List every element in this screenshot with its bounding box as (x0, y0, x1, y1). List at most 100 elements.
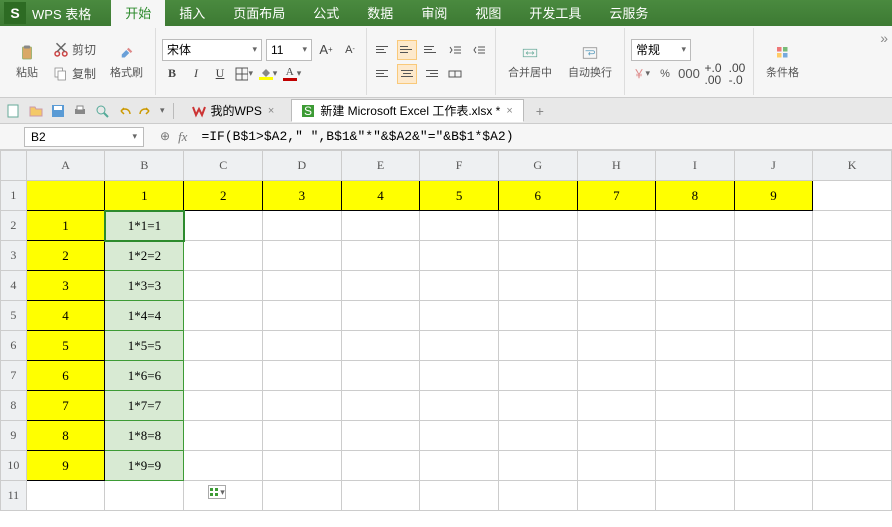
col-header[interactable]: F (420, 151, 499, 181)
doc-tab-excel[interactable]: S 新建 Microsoft Excel 工作表.xlsx * × (291, 99, 523, 122)
cell[interactable] (577, 241, 656, 271)
row-header[interactable]: 3 (1, 241, 27, 271)
fill-color-button[interactable]: ▾ (258, 64, 278, 84)
number-format-select[interactable]: 常规▾ (631, 39, 691, 61)
cell[interactable]: 1*4=4 (105, 301, 184, 331)
cell[interactable] (26, 481, 105, 511)
name-box[interactable]: B2 ▾ (24, 127, 144, 147)
cell[interactable] (734, 241, 813, 271)
merge-center-button[interactable]: 合并居中 (502, 42, 558, 82)
cell[interactable]: 1*8=8 (105, 421, 184, 451)
save-icon[interactable] (50, 103, 66, 119)
row-header[interactable]: 11 (1, 481, 27, 511)
cell[interactable] (498, 421, 577, 451)
cell[interactable]: 3 (26, 271, 105, 301)
cell[interactable] (263, 271, 342, 301)
cell[interactable] (656, 421, 735, 451)
cell[interactable]: 9 (734, 181, 813, 211)
cell[interactable] (184, 391, 263, 421)
cell[interactable] (577, 391, 656, 421)
cell[interactable] (813, 421, 892, 451)
cell[interactable] (813, 481, 892, 511)
cell[interactable] (263, 391, 342, 421)
cell[interactable]: 3 (263, 181, 342, 211)
cell[interactable] (734, 211, 813, 241)
doc-tab-wps[interactable]: 我的WPS × (182, 99, 286, 122)
cell[interactable] (813, 391, 892, 421)
cell[interactable] (263, 481, 342, 511)
cell[interactable] (734, 331, 813, 361)
cell[interactable] (420, 211, 499, 241)
cell[interactable] (341, 211, 420, 241)
align-center-button[interactable] (397, 64, 417, 84)
cell[interactable] (341, 271, 420, 301)
qat-more-icon[interactable]: ▾ (160, 105, 165, 116)
cell[interactable] (577, 361, 656, 391)
fx-icon[interactable]: fx (178, 129, 187, 145)
col-header[interactable]: J (734, 151, 813, 181)
cell[interactable] (577, 481, 656, 511)
tab-data[interactable]: 数据 (353, 0, 407, 26)
cell[interactable] (263, 301, 342, 331)
cell[interactable] (498, 451, 577, 481)
col-header[interactable]: B (105, 151, 184, 181)
row-header[interactable]: 9 (1, 421, 27, 451)
cell[interactable] (420, 361, 499, 391)
comma-button[interactable]: 000 (679, 64, 699, 84)
cell[interactable]: 8 (656, 181, 735, 211)
cell[interactable] (263, 451, 342, 481)
cell[interactable] (498, 241, 577, 271)
align-middle-button[interactable] (397, 40, 417, 60)
cell[interactable] (341, 241, 420, 271)
currency-button[interactable]: ￥▾ (631, 64, 651, 84)
decrease-decimal-button[interactable]: .00-.0 (727, 64, 747, 84)
cell[interactable]: 4 (26, 301, 105, 331)
cell[interactable] (577, 331, 656, 361)
cell[interactable] (734, 481, 813, 511)
cell[interactable]: 5 (26, 331, 105, 361)
format-painter-button[interactable]: 格式刷 (104, 39, 149, 85)
cell[interactable] (184, 451, 263, 481)
tab-dev[interactable]: 开发工具 (515, 0, 595, 26)
align-bottom-button[interactable] (421, 40, 441, 60)
cell[interactable] (263, 361, 342, 391)
print-preview-icon[interactable] (94, 103, 110, 119)
percent-button[interactable]: % (655, 64, 675, 84)
copy-button[interactable]: 复制 (48, 63, 100, 85)
cell[interactable]: 8 (26, 421, 105, 451)
paste-button[interactable]: 粘贴 (10, 39, 44, 85)
select-all-corner[interactable] (1, 151, 27, 181)
cell[interactable] (577, 271, 656, 301)
cell[interactable] (341, 451, 420, 481)
cell[interactable] (420, 391, 499, 421)
cell[interactable] (734, 301, 813, 331)
cell[interactable]: 7 (26, 391, 105, 421)
cell[interactable] (341, 481, 420, 511)
cell[interactable]: 6 (26, 361, 105, 391)
cell[interactable] (734, 391, 813, 421)
col-header[interactable]: A (26, 151, 105, 181)
tab-view[interactable]: 视图 (461, 0, 515, 26)
wrap-text-button[interactable]: 自动换行 (562, 42, 618, 82)
print-icon[interactable] (72, 103, 88, 119)
cell[interactable] (184, 211, 263, 241)
align-right-button[interactable] (421, 64, 441, 84)
bold-button[interactable]: B (162, 64, 182, 84)
cell[interactable]: 1 (26, 211, 105, 241)
cell[interactable] (813, 271, 892, 301)
cell[interactable] (498, 271, 577, 301)
cell[interactable] (420, 241, 499, 271)
cell[interactable] (656, 211, 735, 241)
cell[interactable] (813, 301, 892, 331)
increase-indent-button[interactable] (469, 40, 489, 60)
row-header[interactable]: 8 (1, 391, 27, 421)
cell[interactable] (577, 301, 656, 331)
cell[interactable]: 5 (420, 181, 499, 211)
row-header[interactable]: 6 (1, 331, 27, 361)
cell[interactable] (420, 451, 499, 481)
cell[interactable] (341, 331, 420, 361)
align-left-button[interactable] (373, 64, 393, 84)
font-size-select[interactable]: 11▾ (266, 39, 312, 61)
cell[interactable] (813, 451, 892, 481)
cell[interactable] (656, 301, 735, 331)
